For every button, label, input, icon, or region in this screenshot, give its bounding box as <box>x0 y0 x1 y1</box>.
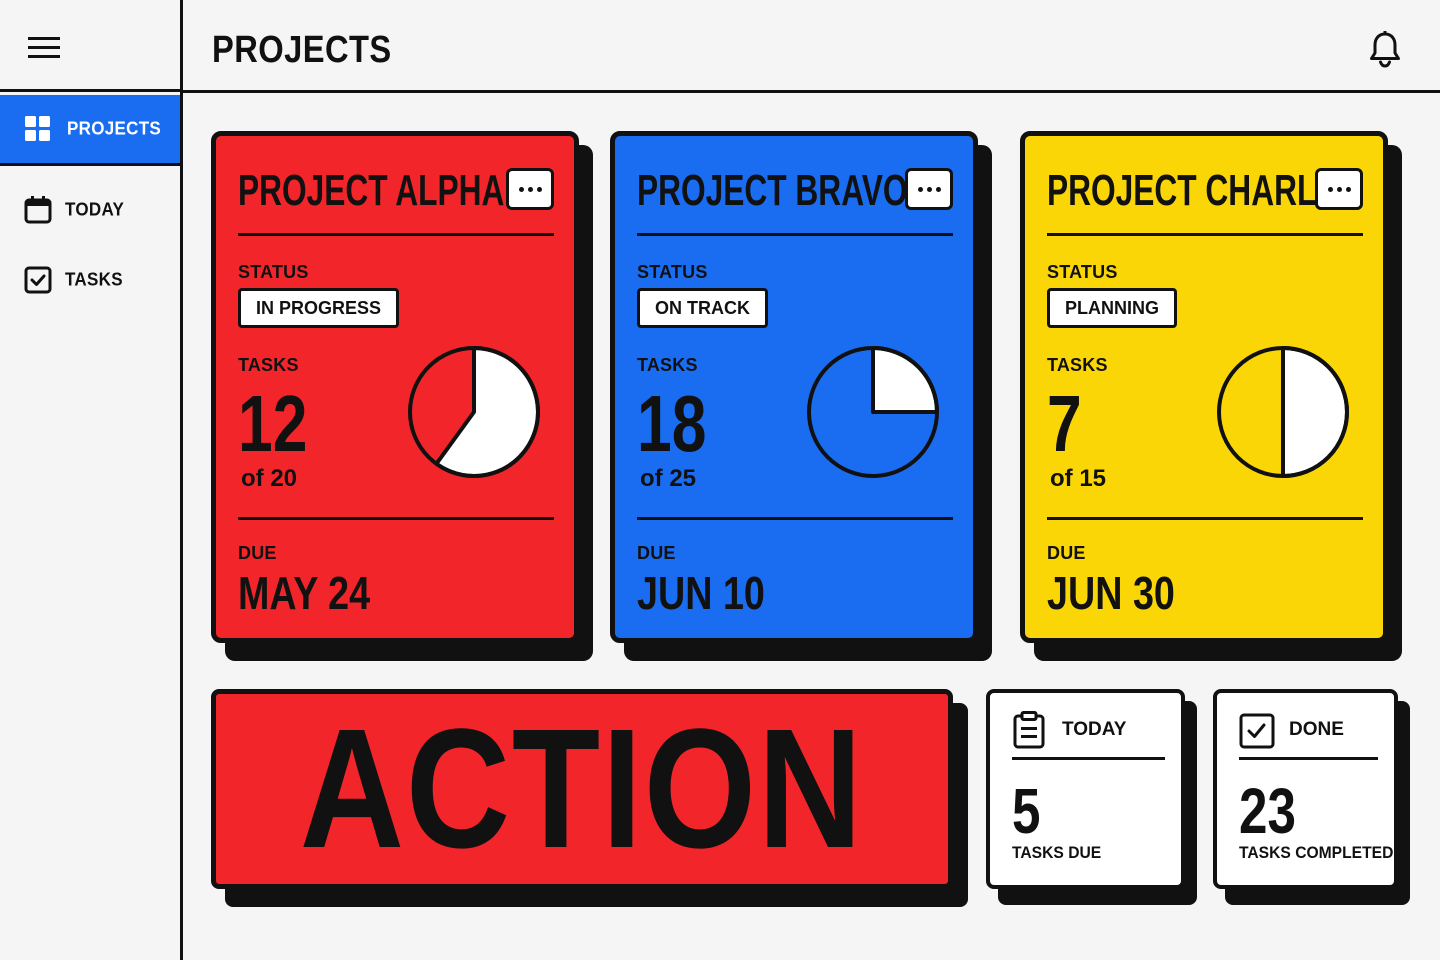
project-title: PROJECT BRAVO <box>637 166 908 215</box>
project-title: PROJECT ALPHA <box>238 166 505 215</box>
sidebar-item-label: PROJECTS <box>67 118 162 139</box>
status-label: STATUS <box>637 262 708 282</box>
project-title: PROJECT CHARLIE <box>1047 166 1347 215</box>
grid-icon <box>23 114 53 144</box>
stat-caption: TASKS DUE <box>1012 843 1102 862</box>
status-badge: PLANNING <box>1047 288 1177 328</box>
progress-pie <box>408 346 540 478</box>
status-label: STATUS <box>1047 262 1118 282</box>
tasks-done-count: 7 <box>1047 379 1082 468</box>
status-badge: ON TRACK <box>637 288 768 328</box>
tasks-label: TASKS <box>1047 355 1108 375</box>
more-options-button[interactable] <box>506 168 554 210</box>
sidebar-item-projects[interactable]: PROJECTS <box>0 95 180 166</box>
tasks-label: TASKS <box>637 355 698 375</box>
ellipsis-icon <box>1327 186 1351 192</box>
due-label: DUE <box>1047 543 1086 563</box>
tasks-total: of 15 <box>1050 465 1107 492</box>
due-label: DUE <box>637 543 676 563</box>
bell-icon[interactable] <box>1368 30 1402 68</box>
menu-icon[interactable] <box>28 35 62 61</box>
progress-pie <box>1217 346 1349 478</box>
tasks-done-count: 12 <box>238 379 308 468</box>
tasks-total: of 20 <box>241 465 298 492</box>
due-date: MAY 24 <box>238 567 371 619</box>
checkbox-icon <box>23 265 53 295</box>
sidebar-item-tasks[interactable]: TASKS <box>0 260 180 300</box>
action-button[interactable]: ACTION <box>211 689 953 889</box>
clipboard-icon <box>1012 711 1046 749</box>
tasks-done-count: 18 <box>637 379 707 468</box>
status-label: STATUS <box>238 262 309 282</box>
stat-tile-today[interactable]: TODAY 5 TASKS DUE <box>986 689 1197 905</box>
status-badge: IN PROGRESS <box>238 288 400 328</box>
sidebar-header <box>0 0 180 92</box>
ellipsis-icon <box>518 186 542 192</box>
due-date: JUN 30 <box>1047 567 1175 619</box>
sidebar-item-label: TASKS <box>65 269 123 290</box>
stat-tile-done[interactable]: DONE 23 TASKS COMPLETED <box>1213 689 1410 905</box>
due-label: DUE <box>238 543 277 563</box>
sidebar-item-label: TODAY <box>65 199 125 220</box>
top-header: PROJECTS <box>183 0 1440 93</box>
stat-value: 5 <box>1012 775 1041 847</box>
pie-slice <box>434 346 540 478</box>
stat-value: 23 <box>1239 775 1296 847</box>
tasks-total: of 25 <box>640 465 697 492</box>
project-card-alpha[interactable]: PROJECT ALPHA STATUS IN PROGRESS TASKS 1… <box>211 131 593 661</box>
ellipsis-icon <box>917 186 941 192</box>
sidebar-item-today[interactable]: TODAY <box>0 190 180 230</box>
stat-title: TODAY <box>1062 719 1127 740</box>
tasks-label: TASKS <box>238 355 299 375</box>
sidebar: PROJECTS TODAY TASKS <box>0 0 183 960</box>
project-card-bravo[interactable]: PROJECT BRAVO STATUS ON TRACK TASKS 18 o… <box>610 131 992 661</box>
due-date: JUN 10 <box>637 567 765 619</box>
stat-caption: TASKS COMPLETED <box>1239 843 1394 862</box>
action-button-label: ACTION <box>299 694 865 884</box>
checkbox-icon <box>1239 711 1275 749</box>
page-title: PROJECTS <box>212 29 392 71</box>
project-card-charlie[interactable]: PROJECT CHARLIE STATUS PLANNING TASKS 7 … <box>1020 131 1402 661</box>
more-options-button[interactable] <box>1315 168 1363 210</box>
progress-pie <box>807 346 939 478</box>
action-button-wrap: ACTION <box>211 689 968 907</box>
pie-slice <box>1281 346 1349 478</box>
calendar-icon <box>23 195 53 225</box>
stat-title: DONE <box>1289 719 1344 740</box>
more-options-button[interactable] <box>905 168 953 210</box>
